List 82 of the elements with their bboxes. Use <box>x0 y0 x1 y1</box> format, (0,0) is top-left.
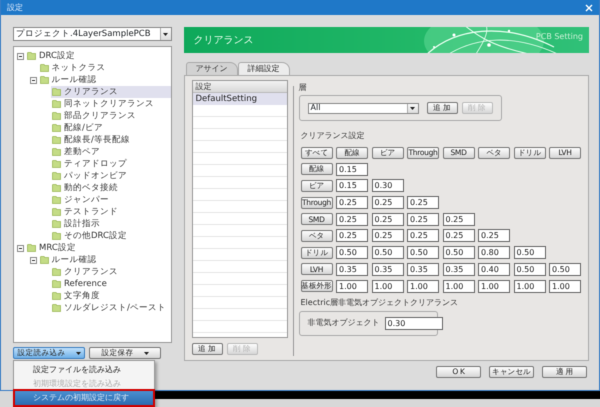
collapse-icon[interactable] <box>17 244 24 252</box>
value-field[interactable]: 0.15 <box>336 162 368 176</box>
value-field[interactable]: 0.35 <box>372 262 404 276</box>
tree-item[interactable]: テストランド <box>51 206 170 218</box>
value-field[interactable]: 0.50 <box>514 262 546 276</box>
tab[interactable]: アサイン <box>186 62 238 75</box>
tab[interactable]: 詳細設定 <box>238 62 290 75</box>
window-title: 設定 <box>7 2 23 14</box>
value-field[interactable]: 0.50 <box>514 246 546 260</box>
value-field[interactable]: 0.50 <box>336 246 368 260</box>
dropdown-arrow-icon <box>163 32 168 36</box>
project-select[interactable]: プロジェクト.4LayerSamplePCB <box>13 27 172 41</box>
tree-item[interactable]: ソルダレジスト/ペースト <box>51 302 170 314</box>
tree-item[interactable]: 配線長/等長配線 <box>51 134 170 146</box>
header-subtitle: PCB Setting <box>536 31 583 43</box>
tree-item[interactable]: ルール確認 <box>38 74 170 86</box>
tree-item[interactable]: その他DRC設定 <box>51 230 170 242</box>
dropdown-arrow-icon <box>410 106 415 110</box>
tree-item[interactable]: ジャンパー <box>51 194 170 206</box>
tree-item[interactable]: ティアドロップ <box>51 158 170 170</box>
value-field[interactable]: 0.25 <box>407 212 439 226</box>
value-field[interactable]: 1.00 <box>372 280 404 292</box>
value-field[interactable]: 0.25 <box>372 212 404 226</box>
tree-item[interactable]: DRC設定 <box>26 50 170 62</box>
value-field[interactable]: 0.25 <box>442 229 474 242</box>
value-field[interactable]: 0.25 <box>372 196 404 210</box>
value-field[interactable]: 1.00 <box>478 280 510 292</box>
caret-icon <box>144 352 148 354</box>
value-field[interactable]: 1.00 <box>514 280 546 292</box>
value-field[interactable]: 0.35 <box>407 262 439 276</box>
value-field[interactable]: 0.35 <box>442 262 474 276</box>
tree-item[interactable]: 設計指示 <box>51 218 170 230</box>
group-label: Electric層非電気オブジェクトクリアランス <box>300 296 460 308</box>
tree-item[interactable]: 部品クリアランス <box>51 110 170 122</box>
tree-item[interactable]: 差動ペア <box>51 146 170 158</box>
list-item[interactable]: DefaultSetting <box>192 93 286 105</box>
field-label: 非電気オブジェクト <box>308 317 380 329</box>
close-icon[interactable] <box>585 4 593 12</box>
header-title: クリアランス <box>194 34 254 48</box>
value-field[interactable]: 1.00 <box>407 280 439 292</box>
value-field[interactable]: 0.50 <box>372 246 404 260</box>
tree-item[interactable]: ルール確認 <box>38 254 170 266</box>
group-label: 層 <box>298 82 308 94</box>
value-field[interactable]: 0.50 <box>407 246 439 260</box>
value-field[interactable]: 0.15 <box>336 179 368 192</box>
value-field[interactable]: 0.30 <box>384 316 442 330</box>
value-field[interactable]: 0.50 <box>549 262 581 276</box>
tree-item[interactable]: ネットクラス <box>38 62 170 74</box>
layer-select[interactable]: All <box>308 102 418 114</box>
collapse-icon[interactable] <box>30 256 36 264</box>
menu-item[interactable]: 設定ファイルを読み込み <box>15 363 153 377</box>
tree-item[interactable]: クリアランス <box>51 86 170 98</box>
tree-item[interactable]: 同ネットクリアランス <box>51 98 170 110</box>
value-field[interactable]: 0.25 <box>407 229 439 242</box>
tree-item[interactable]: パッドオンビア <box>51 170 170 182</box>
value-field[interactable]: 0.25 <box>478 229 510 242</box>
value-field[interactable]: 0.50 <box>442 246 474 260</box>
value-field[interactable]: 0.25 <box>407 196 439 210</box>
value-field[interactable]: 1.00 <box>549 280 581 292</box>
value-field[interactable]: 0.25 <box>442 212 474 226</box>
value-field[interactable]: 1.00 <box>336 280 368 292</box>
tree-item[interactable]: 文字角度 <box>51 290 170 302</box>
section-label: クリアランス設定 <box>300 130 366 142</box>
caret-icon <box>76 352 80 354</box>
tree-item[interactable]: 配線/ビア <box>51 122 170 134</box>
collapse-icon[interactable] <box>17 52 24 60</box>
value-field[interactable]: 0.80 <box>478 246 510 260</box>
value-field[interactable]: 0.30 <box>372 179 404 192</box>
value-field[interactable]: 0.25 <box>336 196 368 210</box>
value-field[interactable]: 0.40 <box>478 262 510 276</box>
value-field[interactable]: 0.25 <box>336 212 368 226</box>
value-field[interactable]: 0.25 <box>372 229 404 242</box>
value-field[interactable]: 0.35 <box>336 262 368 276</box>
value-field[interactable]: 0.25 <box>336 229 368 242</box>
tree-item[interactable]: MRC設定 <box>26 242 170 254</box>
tree-item[interactable]: 動的ベタ接続 <box>51 182 170 194</box>
menu-item[interactable]: システムの初期設定に戻す <box>15 391 153 405</box>
tree-item[interactable]: クリアランス <box>51 266 170 278</box>
collapse-icon[interactable] <box>30 76 36 84</box>
list-header: 設定 <box>192 81 286 93</box>
tree-item[interactable]: Reference <box>51 278 170 290</box>
value-field[interactable]: 1.00 <box>442 280 474 292</box>
